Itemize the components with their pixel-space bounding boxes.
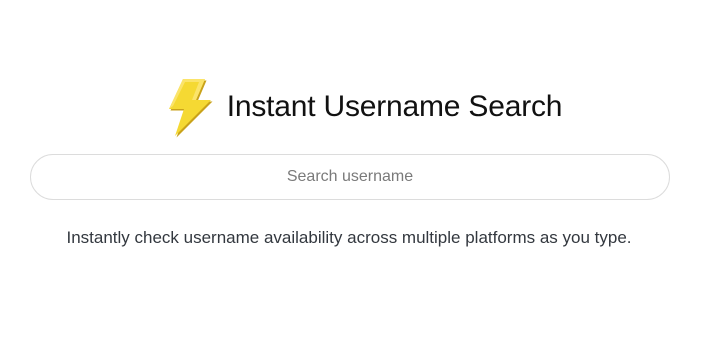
search-input[interactable] bbox=[30, 154, 670, 200]
page-title: Instant Username Search bbox=[226, 90, 563, 123]
search-box bbox=[30, 154, 670, 200]
description-text: Instantly check username availability ac… bbox=[66, 228, 632, 247]
lightning-bolt-icon bbox=[168, 79, 213, 138]
page-header: Instant Username Search bbox=[0, 74, 723, 140]
